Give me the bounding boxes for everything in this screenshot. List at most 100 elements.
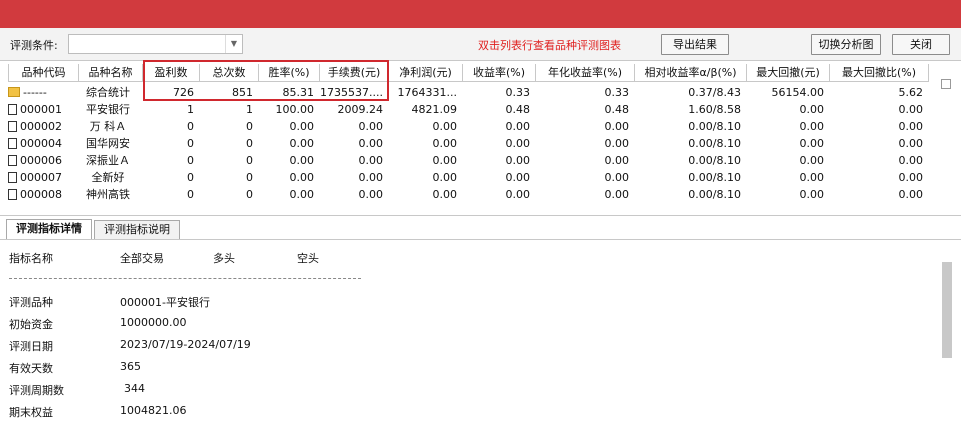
results-table: 品种代码 品种名称 盈利数 总次数 胜率(%) 手续费(元) 净利润(元) 收益率(%) 年化收… — [0, 60, 961, 216]
table-cell: 56154.00 — [771, 86, 825, 99]
detail-label: 评测日期 — [9, 340, 53, 353]
table-cell: 1735537.... — [320, 86, 383, 99]
switch-analysis-button[interactable]: 切换分析图 — [811, 34, 881, 55]
table-cell: 0.00 — [432, 120, 458, 133]
table-cell: 0.00 — [505, 137, 531, 150]
table-cell: 0 — [246, 120, 253, 133]
table-cell: 0.00 — [432, 154, 458, 167]
table-cell: 0.00 — [898, 120, 924, 133]
column-header[interactable]: 品种代码 — [8, 64, 79, 82]
table-cell: 0.00 — [604, 120, 630, 133]
table-cell: 0.48 — [604, 103, 630, 116]
detail-label: 评测品种 — [9, 296, 53, 309]
table-cell: 0.00 — [432, 188, 458, 201]
table-cell: 0.00 — [799, 103, 825, 116]
table-cell: 0 — [187, 120, 194, 133]
table-row[interactable]: 000008 神州高铁 0 0 0.00 0.00 0.00 0.00 0.00 0.00/8.1… — [0, 186, 930, 203]
table-cell: 0.00/8.10 — [688, 171, 741, 184]
cell-value: 000002 — [20, 120, 62, 133]
table-cell: 1764331... — [397, 86, 457, 99]
table-cell: 0 — [187, 188, 194, 201]
column-header[interactable]: 盈利数 — [143, 64, 200, 82]
table-cell: 85.31 — [282, 86, 315, 99]
table-cell: 0.00 — [505, 120, 531, 133]
table-cell: 0.00 — [505, 171, 531, 184]
column-header[interactable]: 相对收益率α/β(%) — [635, 64, 747, 82]
table-cell: 0.37/8.43 — [688, 86, 741, 99]
column-header[interactable]: 胜率(%) — [259, 64, 320, 82]
table-cell: 1.60/8.58 — [688, 103, 741, 116]
toolbar: 评测条件: ▼ 双击列表行查看品种评测图表 导出结果 切换分析图 关闭 — [0, 28, 961, 60]
table-cell: 万 科Ａ — [89, 120, 127, 133]
document-icon — [8, 189, 17, 200]
table-cell: 0.00/8.10 — [688, 137, 741, 150]
table-row[interactable]: 000006 深振业Ａ 0 0 0.00 0.00 0.00 0.00 0.00 0.00/8.1… — [0, 152, 930, 169]
table-cell: 0.00 — [898, 103, 924, 116]
export-button[interactable]: 导出结果 — [661, 34, 729, 55]
tab-indicator-details[interactable]: 评测指标详情 — [6, 219, 92, 239]
table-cell: 0.33 — [604, 86, 630, 99]
cell-value: 000007 — [20, 171, 62, 184]
table-cell: 0.00 — [358, 137, 384, 150]
table-cell: 000004 — [8, 135, 83, 152]
chevron-down-icon[interactable]: ▼ — [225, 35, 242, 53]
table-cell: 000007 — [8, 169, 83, 186]
table-cell: 神州高铁 — [86, 188, 130, 201]
cell-value: 000008 — [20, 188, 62, 201]
table-row[interactable]: 000001 平安银行 1 1 100.00 2009.24 4821.09 0.48 0.48… — [0, 101, 930, 118]
detail-label: 评测周期数 — [9, 384, 64, 397]
column-header[interactable]: 最大回撤(元) — [747, 64, 830, 82]
table-row[interactable]: 000002 万 科Ａ 0 0 0.00 0.00 0.00 0.00 0.00 0.00/8.1… — [0, 118, 930, 135]
table-cell: 851 — [232, 86, 253, 99]
close-button[interactable]: 关闭 — [892, 34, 950, 55]
table-cell: 0.00 — [358, 171, 384, 184]
table-cell: 0.00 — [289, 171, 315, 184]
table-cell: 726 — [173, 86, 194, 99]
table-row[interactable]: 000007 全新好 0 0 0.00 0.00 0.00 0.00 0.00 0.00/8.10… — [0, 169, 930, 186]
document-icon — [8, 172, 17, 183]
table-cell: 0 — [187, 137, 194, 150]
table-row[interactable]: 000004 国华网安 0 0 0.00 0.00 0.00 0.00 0.00 0.00/8.1… — [0, 135, 930, 152]
table-cell: 0.00 — [432, 137, 458, 150]
table-cell: 0 — [187, 154, 194, 167]
table-scroll-box[interactable] — [941, 79, 951, 89]
cell-value: ------ — [23, 86, 47, 99]
column-header[interactable]: 最大回撤比(%) — [830, 64, 929, 82]
table-cell: 5.62 — [898, 86, 924, 99]
table-cell: 0 — [246, 154, 253, 167]
table-cell: 2009.24 — [337, 103, 384, 116]
detail-header-short: 空头 — [297, 252, 319, 265]
table-cell: 综合统计 — [86, 86, 130, 99]
table-cell: 0.00 — [289, 154, 315, 167]
column-header[interactable]: 收益率(%) — [463, 64, 536, 82]
table-cell: 0.00 — [289, 137, 315, 150]
column-header[interactable]: 手续费(元) — [320, 64, 389, 82]
table-cell: 0.00 — [289, 188, 315, 201]
tab-indicator-description[interactable]: 评测指标说明 — [94, 220, 180, 239]
column-header[interactable]: 年化收益率(%) — [536, 64, 635, 82]
details-scrollbar[interactable] — [942, 262, 952, 358]
table-cell: 0.00 — [898, 171, 924, 184]
table-cell: 000006 — [8, 152, 83, 169]
table-cell: 000001 — [8, 101, 83, 118]
table-cell: 0.00 — [289, 120, 315, 133]
folder-icon — [8, 87, 20, 97]
detail-value: 000001-平安银行 — [120, 296, 210, 309]
column-header[interactable]: 总次数 — [200, 64, 259, 82]
condition-select[interactable]: ▼ — [68, 34, 243, 54]
table-cell: 0.48 — [505, 103, 531, 116]
table-cell: 000002 — [8, 118, 83, 135]
table-cell: 1 — [187, 103, 194, 116]
column-header[interactable]: 净利润(元) — [389, 64, 463, 82]
table-cell: 0.00 — [604, 171, 630, 184]
table-cell: 0 — [246, 137, 253, 150]
table-cell: 0.00 — [799, 120, 825, 133]
tab-bar: 评测指标详情 评测指标说明 — [0, 216, 961, 239]
table-cell: 0.00/8.10 — [688, 120, 741, 133]
table-cell: 1 — [246, 103, 253, 116]
hint-text: 双击列表行查看品种评测图表 — [478, 39, 621, 52]
condition-label: 评测条件: — [10, 39, 58, 52]
column-header[interactable]: 品种名称 — [79, 64, 143, 82]
table-row[interactable]: ------ 综合统计 726 851 85.31 1735537.... 1764331.… — [0, 84, 930, 101]
table-cell: 0.00 — [898, 188, 924, 201]
